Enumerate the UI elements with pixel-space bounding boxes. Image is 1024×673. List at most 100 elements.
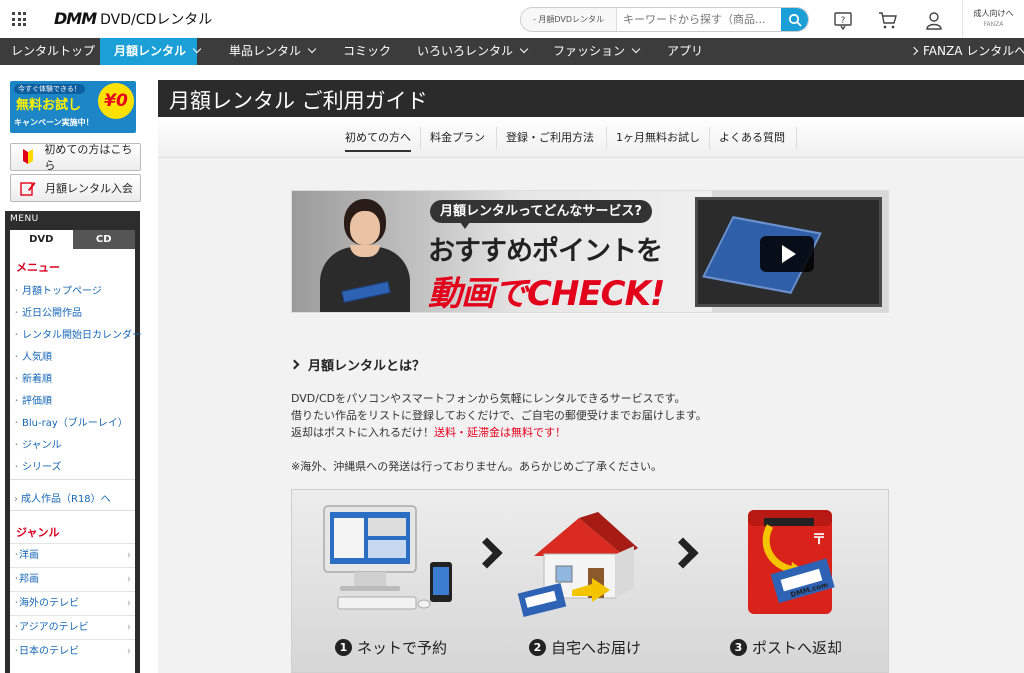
chevron-right-icon: › [127,598,131,609]
tab-dvd[interactable]: DVD [10,230,73,249]
genre-item-asian-tv[interactable]: ･アジアのテレビ › [10,615,135,639]
step-text: 自宅へお届け [551,639,642,657]
adult-works-link[interactable]: › 成人作品（R18）へ [14,490,111,505]
menu-item-upcoming[interactable]: ･近日公開作品 [14,304,82,319]
menu-item-label: 人気順 [22,352,52,363]
nav-app[interactable]: アプリ [667,38,703,65]
nav-label: FANZA レンタルへ [923,44,1024,58]
subnav-separator [606,127,607,149]
menu-item-series[interactable]: ･シリーズ [14,458,62,473]
beginner-mark-icon [19,148,36,166]
chevron-right-icon: › [127,622,131,633]
search-bar: - 月額DVDレンタル [520,7,809,32]
nav-comic[interactable]: コミック [343,38,391,65]
nav-single-rental[interactable]: 単品レンタル [229,38,317,65]
menu-item-label: 近日公開作品 [22,308,82,319]
free-shipping-text: 送料・延滞金は無料です！ [434,426,566,439]
chevron-right-icon [289,359,300,370]
menu-item-popular[interactable]: ･人気順 [14,348,52,363]
menu-body: メニュー ･月額トップページ ･近日公開作品 ･レンタル開始日カレンダー ･人気… [10,249,142,673]
banner-headline: おすすめポイントを [428,236,663,267]
nav-label: レンタルトップ [11,44,96,58]
menu-item-genre[interactable]: ･ジャンル [14,436,62,451]
subnav-separator [420,127,421,149]
help-icon[interactable]: ? [833,10,853,30]
main-content: 月額レンタル ご利用ガイド 初めての方へ 料金プラン 登録・ご利用方法 1ヶ月無… [158,80,1024,673]
menu-item-label: Blu-ray（ブルーレイ） [22,418,128,429]
tab-cd[interactable]: CD [72,230,135,249]
left-sidebar: 今すぐ体験できる！ 無料お試し キャンペーン実施中！ ¥0 初めての方はこちら … [5,80,142,673]
page-title: 月額レンタル ご利用ガイド [169,89,428,113]
chevron-right-icon: › [127,646,131,657]
usage-steps-panel: 〒 〒 DMM.com 1 ネットで予約 2 自宅へお届け 3 ポストへ返却 [291,489,889,673]
nav-rental-top[interactable]: レンタルトップ [11,38,95,65]
genre-item-japanese[interactable]: ･邦画 › [10,567,135,591]
promo-campaign: キャンペーン実施中！ [14,118,94,127]
chevron-down-icon [519,44,529,54]
subnav-faq[interactable]: よくある質問 [719,128,785,152]
nav-fashion[interactable]: ファッション [553,38,641,65]
adult-link-label: 成人向けへ [973,9,1014,18]
adult-link-sub: FANZA [983,21,1004,28]
menu-item-rating[interactable]: ･評価順 [14,392,52,407]
step-1-label: 1 ネットで予約 [335,637,447,658]
adult-site-link[interactable]: 成人向けへ FANZA [962,0,1024,38]
search-category-select[interactable]: - 月額DVDレンタル [521,8,617,31]
join-label: 月額レンタル入会 [45,182,133,195]
search-button[interactable] [781,8,808,31]
menu-item-newest[interactable]: ･新着順 [14,370,52,385]
guide-subnav: 初めての方へ 料金プラン 登録・ご利用方法 1ヶ月無料お試し よくある質問 [158,117,1024,158]
first-time-button[interactable]: 初めての方はこちら [10,143,141,172]
genre-item-overseas-tv[interactable]: ･海外のテレビ › [10,591,135,615]
pencil-icon [19,179,37,197]
about-text-line: DVD/CDをパソコンやスマートフォンから気軽にレンタルできるサービスです。 [291,392,686,405]
menu-item-bluray[interactable]: ･ Blu-ray（ブルーレイ） [14,414,128,429]
banner-speech-bubble: 月額レンタルってどんなサービス? [430,200,652,229]
menu-item-label: 新着順 [22,374,52,385]
subnav-separator [709,127,710,149]
menu-item-label: 月額トップページ [22,286,102,297]
play-icon[interactable] [760,236,814,272]
join-monthly-button[interactable]: 月額レンタル入会 [10,174,141,202]
genre-item-western[interactable]: ･洋画 › [10,543,135,567]
chevron-down-icon [307,44,317,54]
genre-item-label: 日本のテレビ [19,646,79,657]
menu-item-label: 評価順 [22,396,52,407]
step-number: 1 [335,639,352,656]
adult-works-label: 成人作品（R18）へ [21,494,111,505]
subnav-free-trial[interactable]: 1ヶ月無料お試し [616,128,700,152]
step-number: 3 [730,639,747,656]
menu-item-calendar[interactable]: ･レンタル開始日カレンダー [14,326,142,341]
step-text: ポストへ返却 [752,639,843,657]
video-promo-banner[interactable]: 月額レンタルってどんなサービス? おすすめポイントを 動画でCHECK! [291,190,889,313]
cart-icon[interactable] [878,10,898,30]
subnav-pricing[interactable]: 料金プラン [430,128,485,152]
about-heading-text: 月額レンタルとは？ [308,359,426,374]
step-2-label: 2 自宅へお届け [529,637,641,658]
search-icon [788,13,802,27]
banner-person-face [350,211,380,245]
menu-item-monthly-top[interactable]: ･月額トップページ [14,282,102,297]
genre-section-heading: ジャンル [16,526,60,539]
site-header: DMM DVD/CDレンタル - 月額DVDレンタル ? 成人向けへ FANZA [0,0,1024,38]
search-input[interactable] [617,8,781,31]
step-text: ネットで予約 [357,639,448,657]
shipping-note: ※海外、沖縄県への発送は行っておりません。あらかじめご了承ください。 [291,460,663,473]
nav-label: 単品レンタル [229,44,302,58]
free-trial-banner[interactable]: 今すぐ体験できる！ 無料お試し キャンペーン実施中！ ¥0 [10,81,136,133]
subnav-first-time[interactable]: 初めての方へ [345,128,411,152]
page-title-bar: 月額レンタル ご利用ガイド [158,80,1024,117]
nav-fanza-rental[interactable]: FANZA レンタルへ [909,38,1024,65]
nav-various-rental[interactable]: いろいろレンタル [417,38,529,65]
step-arrow-icon [471,537,503,569]
genre-item-japanese-tv[interactable]: ･日本のテレビ › [10,639,135,663]
video-thumbnail[interactable] [695,197,882,307]
apps-grid-icon[interactable] [12,12,26,26]
nav-monthly-rental[interactable]: 月額レンタル [100,38,202,65]
menu-item-label: ジャンル [22,440,62,451]
menu-item-label: シリーズ [22,462,62,473]
site-logo[interactable]: DMM DVD/CDレンタル [54,9,212,29]
menu-divider [10,510,135,511]
subnav-registration[interactable]: 登録・ご利用方法 [506,128,594,152]
user-icon[interactable] [924,10,944,30]
